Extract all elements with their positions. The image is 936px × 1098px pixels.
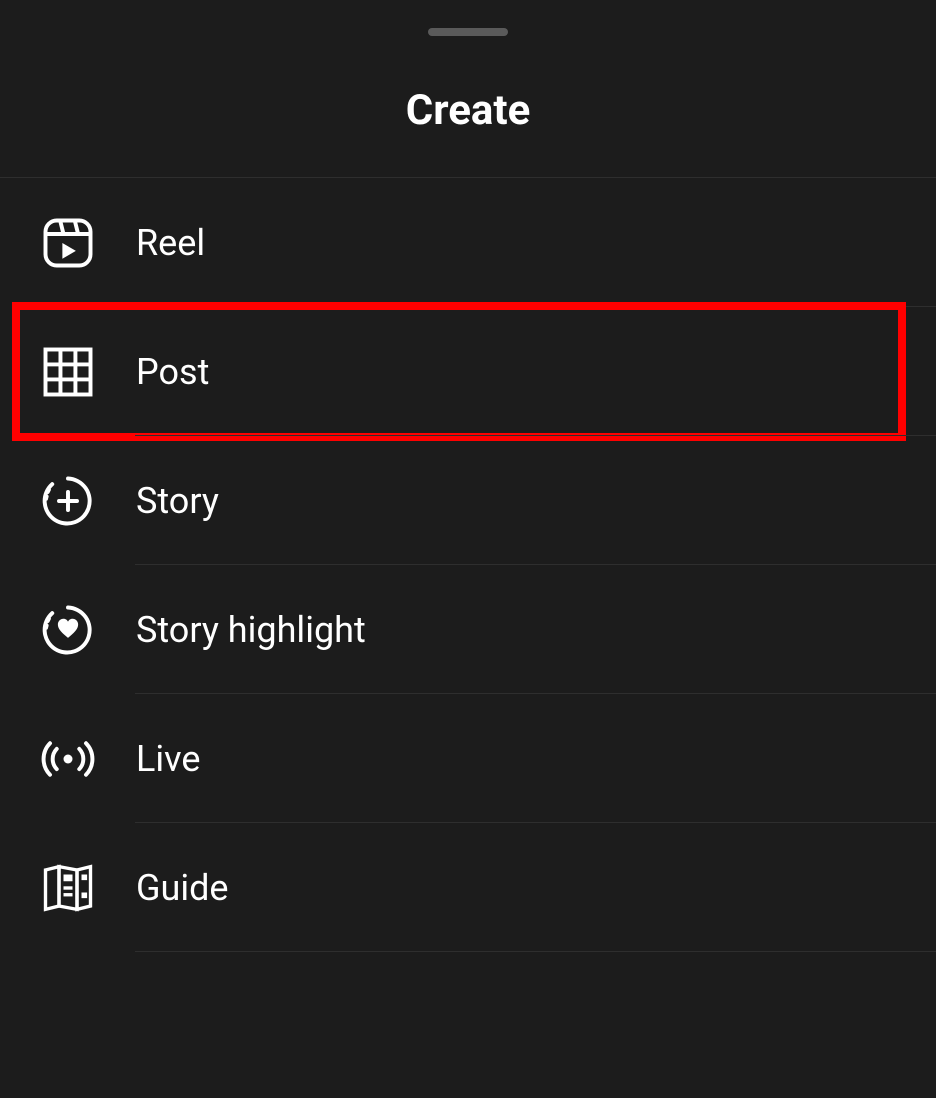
- menu-item-label: Story: [136, 480, 219, 522]
- menu-item-label: Story highlight: [136, 609, 366, 651]
- menu-item-post[interactable]: Post: [0, 307, 936, 436]
- menu-item-guide[interactable]: Guide: [0, 823, 936, 952]
- guide-icon: [40, 860, 96, 916]
- menu-item-label: Reel: [136, 222, 205, 264]
- menu-item-live[interactable]: Live: [0, 694, 936, 823]
- sheet-title: Create: [0, 86, 936, 135]
- create-menu: Reel Post: [0, 178, 936, 952]
- story-heart-icon: [40, 602, 96, 658]
- reel-icon: [40, 215, 96, 271]
- menu-item-label: Guide: [136, 867, 229, 909]
- divider: [135, 951, 936, 952]
- menu-item-story[interactable]: Story: [0, 436, 936, 565]
- menu-item-label: Post: [136, 351, 209, 393]
- sheet-header: Create: [0, 36, 936, 178]
- drag-handle[interactable]: [428, 28, 508, 36]
- menu-item-reel[interactable]: Reel: [0, 178, 936, 307]
- menu-item-label: Live: [136, 738, 200, 780]
- live-icon: [40, 731, 96, 787]
- create-sheet: Create Reel: [0, 0, 936, 1098]
- grid-icon: [40, 344, 96, 400]
- menu-item-story-highlight[interactable]: Story highlight: [0, 565, 936, 694]
- story-plus-icon: [40, 473, 96, 529]
